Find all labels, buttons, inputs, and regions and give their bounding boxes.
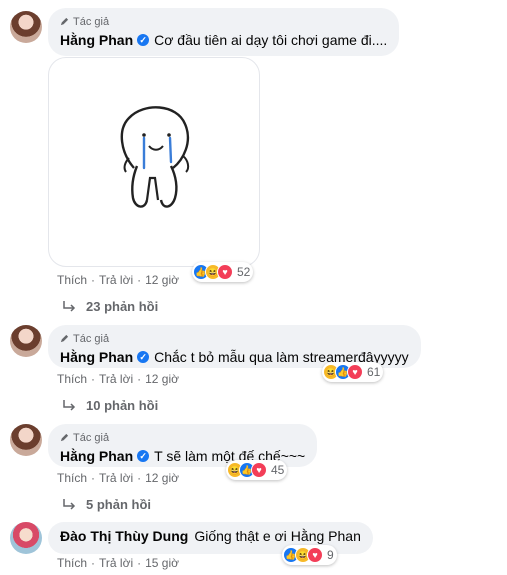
commenter-avatar[interactable] (10, 11, 42, 43)
separator: · (137, 372, 142, 386)
pencil-icon (60, 17, 69, 26)
author-badge-label: Tác giả (73, 332, 110, 345)
separator: · (91, 556, 96, 570)
reaction-count: 9 (327, 548, 334, 562)
commenter-avatar[interactable] (10, 325, 42, 357)
reactions-summary[interactable]: 😆 👍 ♥ 61 (322, 362, 384, 382)
separator: · (137, 273, 142, 287)
separator: · (137, 556, 142, 570)
author-badge: Tác giả (60, 431, 305, 444)
comment-actions: Thích · Trả lời · 12 giờ (57, 273, 179, 287)
mention-link[interactable]: Hằng Phan (291, 528, 361, 544)
reaction-count: 45 (271, 463, 285, 477)
love-reaction-icon: ♥ (307, 547, 323, 563)
love-reaction-icon: ♥ (347, 364, 363, 380)
author-badge-label: Tác giả (73, 431, 110, 444)
pencil-icon (60, 334, 69, 343)
commenter-name[interactable]: Hằng Phan (60, 349, 133, 365)
crying-blob-sticker (120, 106, 190, 208)
love-reaction-icon: ♥ (217, 264, 233, 280)
reply-arrow-icon (63, 300, 76, 312)
author-badge-label: Tác giả (73, 15, 110, 28)
verified-icon: ✓ (137, 34, 150, 46)
view-replies-link[interactable]: 5 phản hồi (62, 497, 151, 512)
comment-text: Giống thật e ơi (194, 528, 287, 544)
pencil-icon (60, 433, 69, 442)
reply-arrow-icon (63, 399, 76, 411)
reply-arrow-icon (63, 498, 76, 510)
author-badge: Tác giả (60, 332, 409, 345)
commenter-name[interactable]: Hằng Phan (60, 32, 133, 48)
author-badge: Tác giả (60, 15, 387, 28)
separator: · (91, 471, 96, 485)
comment-text: Cơ đầu tiên ai dạy tôi chơi game đi.... (154, 32, 388, 48)
verified-icon: ✓ (137, 450, 150, 462)
comment-actions: Thích · Trả lời · 12 giờ (57, 471, 179, 485)
like-link[interactable]: Thích (57, 372, 87, 386)
view-replies-link[interactable]: 23 phản hồi (62, 299, 158, 314)
reply-link[interactable]: Trả lời (99, 372, 133, 386)
timestamp[interactable]: 12 giờ (145, 471, 179, 485)
timestamp[interactable]: 15 giờ (145, 556, 179, 570)
separator: · (91, 372, 96, 386)
verified-icon: ✓ (137, 351, 150, 363)
love-reaction-icon: ♥ (251, 462, 267, 478)
timestamp[interactable]: 12 giờ (145, 273, 179, 287)
sticker-image[interactable] (48, 57, 260, 267)
commenter-avatar[interactable] (10, 424, 42, 456)
separator: · (137, 471, 142, 485)
timestamp[interactable]: 12 giờ (145, 372, 179, 386)
separator: · (91, 273, 96, 287)
reply-link[interactable]: Trả lời (99, 273, 133, 287)
replies-count-label: 5 phản hồi (86, 497, 151, 512)
commenter-avatar[interactable] (10, 522, 42, 554)
reply-link[interactable]: Trả lời (99, 471, 133, 485)
reply-link[interactable]: Trả lời (99, 556, 133, 570)
like-link[interactable]: Thích (57, 556, 87, 570)
reactions-summary[interactable]: 👍 😆 ♥ 52 (192, 262, 254, 282)
commenter-name[interactable]: Đào Thị Thùy Dung (60, 528, 188, 544)
reaction-count: 52 (237, 265, 251, 279)
view-replies-link[interactable]: 10 phản hồi (62, 398, 158, 413)
comment-bubble: Tác giả Hằng Phan ✓ Cơ đầu tiên ai dạy t… (48, 8, 400, 56)
reaction-count: 61 (367, 365, 381, 379)
like-link[interactable]: Thích (57, 273, 87, 287)
commenter-name[interactable]: Hằng Phan (60, 448, 133, 464)
replies-count-label: 23 phản hồi (86, 299, 159, 314)
reactions-summary[interactable]: 😆 👍 ♥ 45 (226, 460, 288, 480)
replies-count-label: 10 phản hồi (86, 398, 159, 413)
like-link[interactable]: Thích (57, 471, 87, 485)
reactions-summary[interactable]: 👍 😆 ♥ 9 (282, 545, 337, 565)
comment-actions: Thích · Trả lời · 15 giờ (57, 556, 179, 570)
comment-actions: Thích · Trả lời · 12 giờ (57, 372, 179, 386)
